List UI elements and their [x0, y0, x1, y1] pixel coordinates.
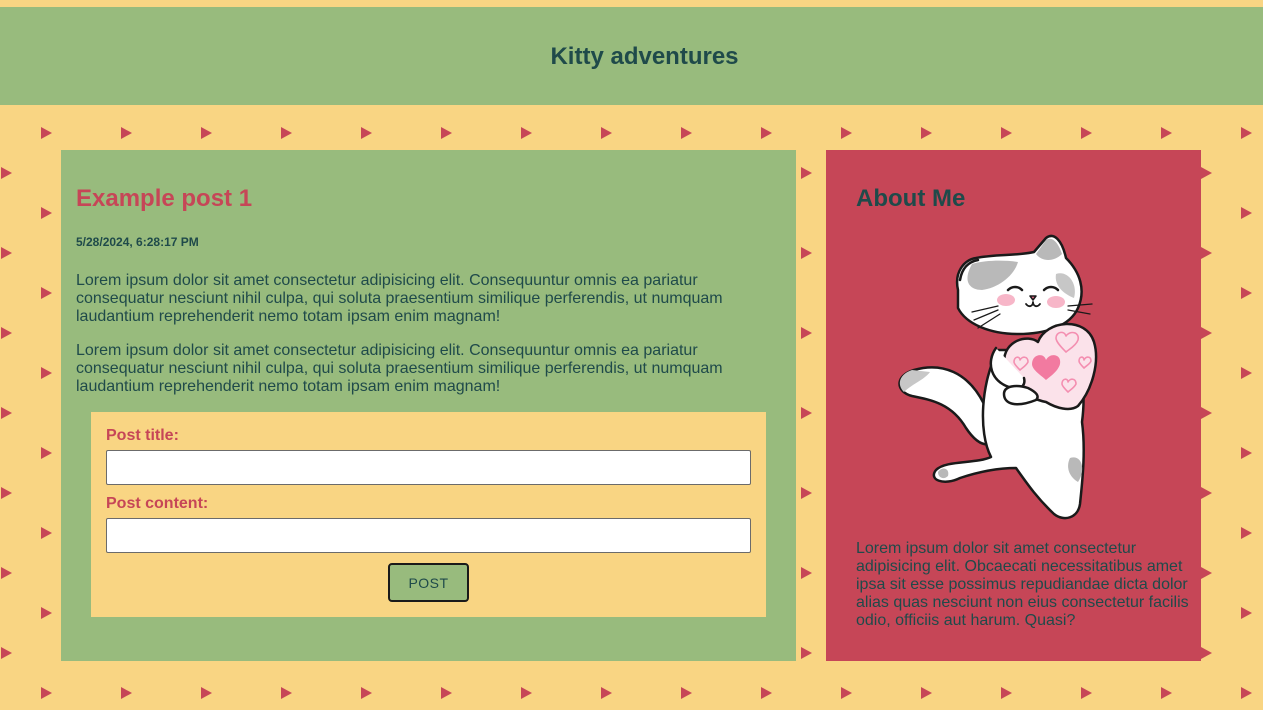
- new-post-form: Post title: Post content: POST: [91, 412, 766, 617]
- post-title: Example post 1: [76, 185, 253, 212]
- about-text: Lorem ipsum dolor sit amet consectetur a…: [856, 540, 1189, 629]
- cat-holding-heart-illustration: [898, 234, 1098, 520]
- post-title-input[interactable]: [106, 450, 751, 485]
- about-panel: About Me Lorem ipsum dolor sit amet cons…: [826, 150, 1201, 661]
- post-content-label: Post content:: [106, 495, 209, 512]
- about-title: About Me: [856, 185, 966, 212]
- post-paragraph: Lorem ipsum dolor sit amet consectetur a…: [76, 272, 723, 325]
- site-title: Kitty adventures: [550, 43, 739, 70]
- post-title-label: Post title:: [106, 427, 179, 444]
- post-paragraph: Lorem ipsum dolor sit amet consectetur a…: [76, 342, 723, 395]
- site-header: Kitty adventures: [0, 7, 1263, 105]
- post-date: 5/28/2024, 6:28:17 PM: [76, 235, 199, 249]
- post-submit-button[interactable]: POST: [388, 563, 469, 602]
- post-panel: Example post 1 5/28/2024, 6:28:17 PM Lor…: [61, 150, 796, 661]
- post-content-input[interactable]: [106, 518, 751, 553]
